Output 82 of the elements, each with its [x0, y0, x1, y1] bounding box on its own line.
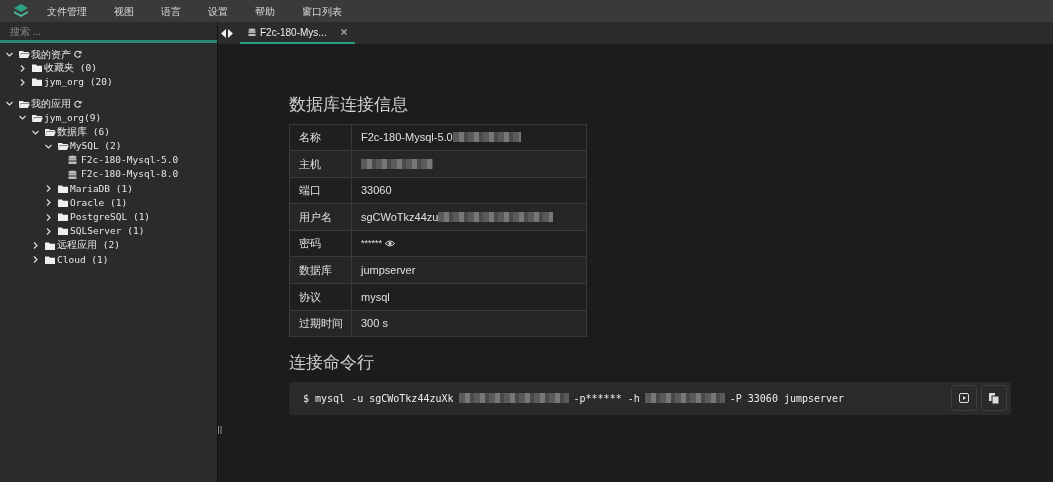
tree-item[interactable]: 我的资产 — [31, 46, 71, 62]
tree-item[interactable]: 收藏夹 (0) — [44, 61, 97, 76]
table-cell-text: F2c-180-Mysql-5.0 — [361, 130, 453, 146]
chevron-right-icon[interactable] — [32, 256, 39, 264]
run-button[interactable] — [951, 385, 977, 412]
menu-item[interactable]: 窗口列表 — [302, 3, 342, 19]
folder-icon — [32, 77, 43, 88]
database-icon — [68, 155, 79, 166]
folder-icon — [45, 240, 56, 251]
tree-item[interactable]: 数据库 (6) — [57, 124, 110, 140]
open-folder-icon — [45, 127, 56, 138]
command-part: -P 33060 jumpserver — [729, 391, 845, 406]
tree-item[interactable]: jym_org(9) — [44, 110, 102, 125]
table-cell: 端口 — [289, 177, 352, 204]
menu-item[interactable]: 视图 — [114, 3, 134, 19]
refresh-icon[interactable] — [74, 50, 82, 59]
section-title: 连接命令行 — [289, 352, 375, 375]
command-part: $ mysql -u sgCWoTkz44zuXk — [303, 391, 454, 406]
table-cell-text: ****** — [361, 236, 382, 250]
folder-icon — [32, 63, 43, 74]
menu-item[interactable]: 文件管理 — [47, 3, 87, 19]
table-cell-text: jumpserver — [361, 263, 416, 278]
chevron-right-icon[interactable] — [19, 64, 26, 72]
open-folder-icon — [19, 98, 30, 109]
table-cell: 密码 — [289, 230, 352, 257]
chevron-right-icon[interactable] — [32, 242, 39, 250]
tree-item[interactable]: Oracle (1) — [70, 195, 128, 211]
chevron-right-icon[interactable] — [19, 78, 26, 86]
tree-item[interactable]: F2c-180-Mysql-5.0 — [81, 153, 179, 168]
table-cell-text: sgCWoTkz44zu — [361, 209, 439, 225]
chevron-right-icon[interactable] — [45, 185, 52, 193]
folder-icon — [58, 197, 69, 208]
table-cell: 数据库 — [289, 256, 352, 284]
tree-item[interactable]: F2c-180-Mysql-8.0 — [81, 167, 179, 182]
menu-item[interactable]: 帮助 — [255, 3, 275, 19]
folder-icon — [45, 254, 56, 265]
menu-item[interactable]: 设置 — [208, 3, 228, 19]
eye-icon[interactable] — [385, 240, 395, 248]
folder-icon — [58, 212, 69, 223]
open-folder-icon — [19, 49, 30, 60]
table-cell: 名称 — [289, 124, 352, 151]
tree-item[interactable]: 我的应用 — [31, 96, 71, 112]
table-cell-text: 300 s — [361, 316, 388, 332]
database-icon — [248, 27, 256, 37]
chevron-down-icon[interactable] — [32, 128, 39, 136]
tree-item[interactable]: 远程应用 (2) — [57, 238, 120, 253]
chevron-down-icon[interactable] — [6, 100, 13, 108]
table-cell: 用户名 — [289, 203, 352, 231]
open-folder-icon — [32, 112, 43, 123]
folder-icon — [58, 226, 69, 237]
table-cell-text: mysql — [361, 289, 390, 305]
open-folder-icon — [58, 141, 69, 152]
splitter-handle-icon[interactable] — [218, 426, 222, 434]
tree-item[interactable]: MariaDB (1) — [70, 181, 133, 196]
database-icon — [68, 169, 79, 180]
section-title: 数据库连接信息 — [289, 94, 409, 116]
refresh-icon[interactable] — [74, 99, 82, 108]
table-cell: 过期时间 — [289, 310, 352, 337]
chevron-right-icon[interactable] — [45, 227, 52, 235]
table-cell: 主机 — [289, 150, 352, 178]
chevron-down-icon[interactable] — [45, 142, 52, 150]
copy-icon — [989, 392, 999, 404]
tree-item[interactable]: SQLServer (1) — [70, 224, 145, 239]
play-icon — [959, 393, 969, 404]
table-cell-text: 33060 — [361, 183, 392, 199]
tree-item[interactable]: MySQL (2) — [70, 139, 122, 154]
chevron-right-icon[interactable] — [45, 213, 52, 221]
copy-button[interactable] — [981, 385, 1007, 412]
tree-item[interactable]: Cloud (1) — [57, 252, 109, 267]
tab-label: F2c-180-Mys... — [260, 25, 327, 40]
close-icon[interactable] — [340, 29, 347, 35]
chevron-down-icon[interactable] — [19, 114, 26, 122]
command-part: -p****** -h — [573, 391, 640, 406]
chevron-down-icon[interactable] — [6, 50, 13, 58]
chevron-right-icon[interactable] — [45, 199, 52, 207]
logo-icon — [13, 3, 29, 19]
tab-scroll-arrows-icon[interactable] — [221, 28, 233, 38]
tree-item[interactable]: PostgreSQL (1) — [70, 210, 151, 225]
menu-item[interactable]: 语言 — [161, 3, 181, 19]
tree-item[interactable]: jym_org (20) — [44, 75, 113, 90]
folder-icon — [58, 183, 69, 194]
table-cell: 协议 — [289, 283, 352, 311]
